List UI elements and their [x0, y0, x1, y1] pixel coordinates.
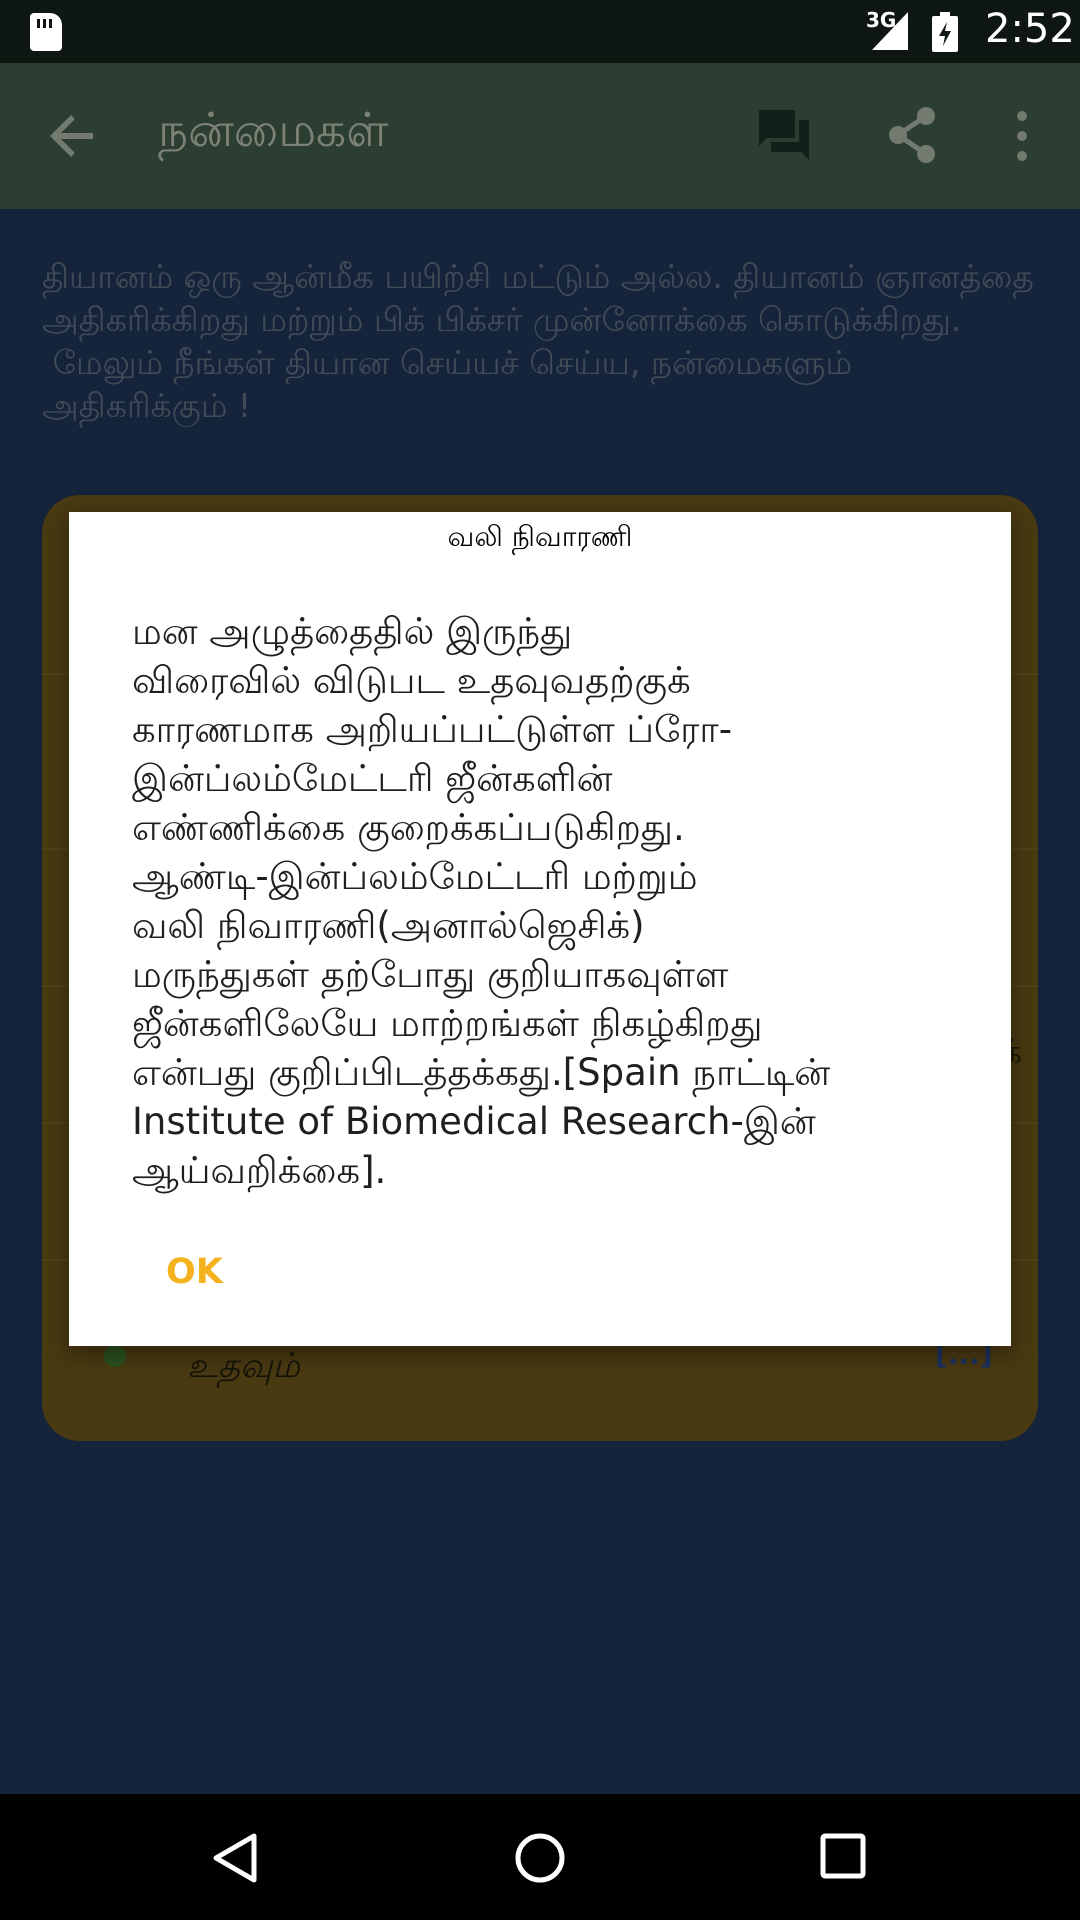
- card-item-text: உதவும்: [187, 1346, 300, 1386]
- signal-icon: [872, 12, 908, 50]
- comment-icon[interactable]: [755, 106, 813, 164]
- status-bar: [0, 0, 1080, 63]
- battery-icon: [932, 12, 958, 52]
- page-title: நன்மைகள்: [158, 103, 389, 158]
- more-vert-icon[interactable]: [1008, 110, 1036, 162]
- ok-button[interactable]: OK: [160, 1248, 229, 1296]
- back-arrow-icon[interactable]: [45, 108, 101, 164]
- nav-home-icon[interactable]: [514, 1832, 566, 1884]
- dialog-message: மன அழுத்தைதில் இருந்து விரைவில் விடுபட உ…: [132, 610, 831, 1192]
- status-time: 2:52: [985, 6, 1075, 52]
- dialog-title: வலி நிவாரணி: [447, 520, 633, 553]
- sd-card-icon: [30, 13, 62, 51]
- nav-recents-icon[interactable]: [819, 1832, 867, 1880]
- check-icon: [104, 1345, 126, 1367]
- intro-text: தியானம் ஒரு ஆன்மீக பயிற்சி மட்டும் அல்ல.…: [42, 257, 1034, 425]
- share-icon[interactable]: [886, 106, 938, 164]
- nav-back-icon[interactable]: [210, 1832, 262, 1884]
